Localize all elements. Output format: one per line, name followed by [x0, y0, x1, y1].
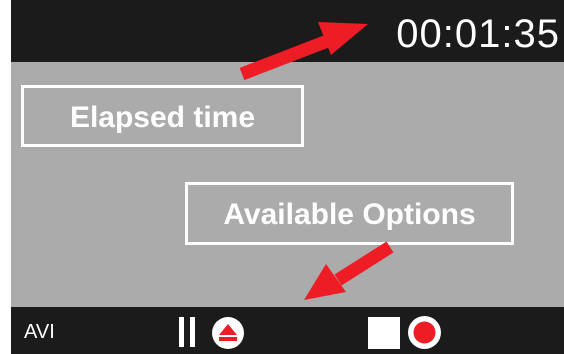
- status-bar: 00:01:35: [11, 0, 564, 62]
- available-options-callout: Available Options: [185, 182, 514, 245]
- eject-button[interactable]: [212, 317, 244, 349]
- elapsed-time-callout: Elapsed time: [21, 85, 304, 147]
- stop-button[interactable]: [368, 317, 400, 349]
- controls-bar: AVI: [11, 307, 564, 354]
- pause-icon-left-bar: [179, 317, 184, 347]
- elapsed-time-readout: 00:01:35: [396, 12, 560, 56]
- record-button[interactable]: [408, 316, 441, 349]
- eject-icon: [212, 317, 244, 349]
- pause-button[interactable]: [177, 317, 199, 347]
- camera-screen: 00:01:35 AVI: [11, 0, 564, 354]
- record-icon: [408, 316, 441, 349]
- pause-icon-right-bar: [190, 317, 195, 347]
- mode-label: AVI: [24, 321, 55, 343]
